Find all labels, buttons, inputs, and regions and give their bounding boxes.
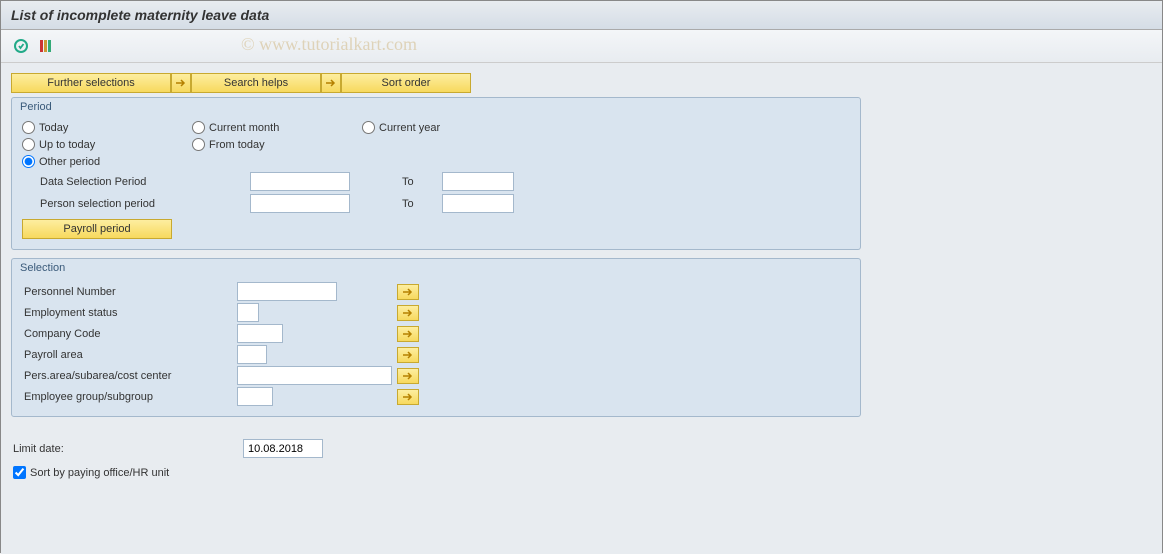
selection-groupbox: Selection Personnel Number Employment st…	[11, 258, 861, 417]
person-selection-to-label: To	[402, 198, 442, 210]
radio-from-today-label: From today	[209, 139, 265, 151]
employment-status-input[interactable]	[237, 303, 259, 322]
radio-today[interactable]: Today	[22, 121, 192, 134]
radio-up-to-today[interactable]: Up to today	[22, 138, 192, 151]
data-selection-period-label: Data Selection Period	[40, 176, 250, 188]
search-helps-nav-button[interactable]	[171, 73, 191, 93]
person-selection-to-input[interactable]	[442, 194, 514, 213]
employment-status-label: Employment status	[22, 305, 240, 321]
sort-checkbox-row[interactable]: Sort by paying office/HR unit	[13, 466, 1152, 479]
personnel-number-label: Personnel Number	[22, 284, 240, 300]
employee-group-label: Employee group/subgroup	[22, 389, 240, 405]
radio-current-year-label: Current year	[379, 122, 440, 134]
radio-current-month[interactable]: Current month	[192, 121, 362, 134]
employee-group-multi-button[interactable]	[397, 389, 419, 405]
company-code-multi-button[interactable]	[397, 326, 419, 342]
personnel-number-multi-button[interactable]	[397, 284, 419, 300]
radio-up-to-today-label: Up to today	[39, 139, 95, 151]
radio-current-month-label: Current month	[209, 122, 279, 134]
page-title: List of incomplete maternity leave data	[1, 1, 1162, 30]
employment-status-multi-button[interactable]	[397, 305, 419, 321]
data-selection-from-input[interactable]	[250, 172, 350, 191]
radio-from-today[interactable]: From today	[192, 138, 362, 151]
person-selection-from-input[interactable]	[250, 194, 350, 213]
period-title: Period	[12, 98, 860, 115]
pers-area-multi-button[interactable]	[397, 368, 419, 384]
content-area: Further selections Search helps Sort ord…	[1, 63, 1162, 554]
radio-other-period[interactable]: Other period	[22, 155, 192, 168]
limit-date-label: Limit date:	[13, 443, 243, 455]
execute-icon[interactable]	[11, 36, 31, 56]
personnel-number-input[interactable]	[237, 282, 337, 301]
radio-other-period-label: Other period	[39, 156, 100, 168]
selection-title: Selection	[12, 259, 860, 276]
payroll-area-label: Payroll area	[22, 347, 240, 363]
search-helps-button[interactable]: Search helps	[191, 73, 321, 93]
payroll-area-input[interactable]	[237, 345, 267, 364]
sort-order-nav-button[interactable]	[321, 73, 341, 93]
data-selection-to-input[interactable]	[442, 172, 514, 191]
payroll-area-multi-button[interactable]	[397, 347, 419, 363]
sort-order-button[interactable]: Sort order	[341, 73, 471, 93]
selection-buttons-row: Further selections Search helps Sort ord…	[11, 73, 1152, 93]
watermark: © www.tutorialkart.com	[241, 34, 417, 55]
company-code-label: Company Code	[22, 326, 240, 342]
toolbar: © www.tutorialkart.com	[1, 30, 1162, 63]
pers-area-label: Pers.area/subarea/cost center	[22, 368, 240, 384]
pers-area-input[interactable]	[237, 366, 392, 385]
sort-checkbox-label: Sort by paying office/HR unit	[30, 467, 169, 479]
data-selection-to-label: To	[402, 176, 442, 188]
period-groupbox: Period Today Current month Current year …	[11, 97, 861, 250]
bottom-fields: Limit date: Sort by paying office/HR uni…	[11, 439, 1152, 479]
payroll-period-button[interactable]: Payroll period	[22, 219, 172, 239]
radio-current-year[interactable]: Current year	[362, 121, 532, 134]
further-selections-button[interactable]: Further selections	[11, 73, 171, 93]
employee-group-input[interactable]	[237, 387, 273, 406]
radio-today-label: Today	[39, 122, 68, 134]
variant-icon[interactable]	[36, 36, 56, 56]
person-selection-period-label: Person selection period	[40, 198, 250, 210]
company-code-input[interactable]	[237, 324, 283, 343]
sort-checkbox[interactable]	[13, 466, 26, 479]
limit-date-input[interactable]	[243, 439, 323, 458]
